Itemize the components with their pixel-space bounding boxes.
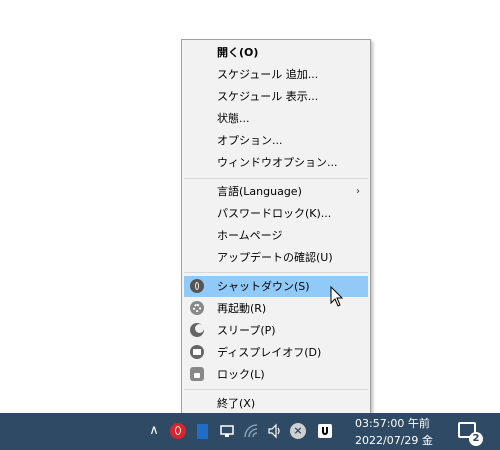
menu-item-homepage[interactable]: ホームページ: [184, 225, 368, 246]
menu-item-label: 言語(Language): [217, 185, 302, 198]
blue-app-icon[interactable]: [197, 424, 208, 439]
menu-item-sleep[interactable]: スリープ(P): [184, 320, 368, 341]
menu-item-label: スリープ(P): [217, 324, 276, 337]
menu-item-show-schedule[interactable]: スケジュール 表示...: [184, 86, 368, 107]
chevron-up-icon[interactable]: ∧: [146, 423, 162, 439]
menu-item-check-update[interactable]: アップデートの確認(U): [184, 247, 368, 268]
taskbar: ∧ × 03:57:00 午前 2022/07/29 金 2: [0, 413, 500, 450]
menu-item-add-schedule[interactable]: スケジュール 追加...: [184, 64, 368, 85]
display-icon: [190, 345, 204, 359]
app-white-icon[interactable]: [318, 424, 332, 438]
menu-item-password-lock[interactable]: パスワードロック(K)...: [184, 203, 368, 224]
menu-item-label: オプション...: [217, 134, 283, 147]
menu-item-label: アップデートの確認(U): [217, 251, 333, 264]
menu-item-open[interactable]: 開く(O): [184, 42, 368, 63]
menu-separator: [184, 389, 368, 390]
menu-item-label: ロック(L): [217, 368, 265, 381]
network-icon[interactable]: [219, 423, 235, 439]
notification-count-badge: 2: [469, 432, 483, 446]
menu-item-label: パスワードロック(K)...: [217, 207, 332, 220]
menu-item-label: 終了(X): [217, 397, 256, 410]
close-circle-icon[interactable]: ×: [290, 423, 306, 439]
menu-item-label: スケジュール 表示...: [217, 90, 319, 103]
mouse-cursor-icon: [330, 286, 344, 307]
clock-date[interactable]: 2022/07/29 金: [355, 432, 445, 448]
menu-item-exit[interactable]: 終了(X): [184, 393, 368, 414]
menu-item-label: シャットダウン(S): [217, 280, 310, 293]
clock-time[interactable]: 03:57:00 午前: [355, 415, 445, 431]
menu-separator: [184, 178, 368, 179]
menu-separator: [184, 272, 368, 273]
menu-item-label: 再起動(R): [217, 302, 267, 315]
menu-item-window-options[interactable]: ウィンドウオプション...: [184, 152, 368, 173]
menu-item-label: ウィンドウオプション...: [217, 156, 338, 169]
menu-item-options[interactable]: オプション...: [184, 130, 368, 151]
menu-item-label: ディスプレイオフ(D): [217, 346, 322, 359]
menu-item-display-off[interactable]: ディスプレイオフ(D): [184, 342, 368, 363]
wifi-icon[interactable]: [243, 423, 259, 439]
menu-item-status[interactable]: 状態...: [184, 108, 368, 129]
sleep-moon-icon: [190, 323, 204, 337]
restart-icon: [190, 301, 204, 315]
menu-item-label: スケジュール 追加...: [217, 68, 319, 81]
app-power-icon[interactable]: [170, 423, 186, 439]
power-icon: [190, 279, 204, 293]
submenu-arrow-icon: ›: [356, 186, 360, 197]
tray-context-menu: 開く(O) スケジュール 追加... スケジュール 表示... 状態... オプ…: [181, 39, 371, 414]
lock-icon: [190, 367, 204, 381]
speaker-icon[interactable]: [267, 423, 283, 439]
menu-item-label: ホームページ: [217, 229, 283, 242]
menu-item-label: 開く(O): [217, 46, 259, 59]
menu-item-language[interactable]: 言語(Language) ›: [184, 181, 368, 202]
menu-item-lock[interactable]: ロック(L): [184, 364, 368, 385]
menu-item-label: 状態...: [217, 112, 250, 125]
